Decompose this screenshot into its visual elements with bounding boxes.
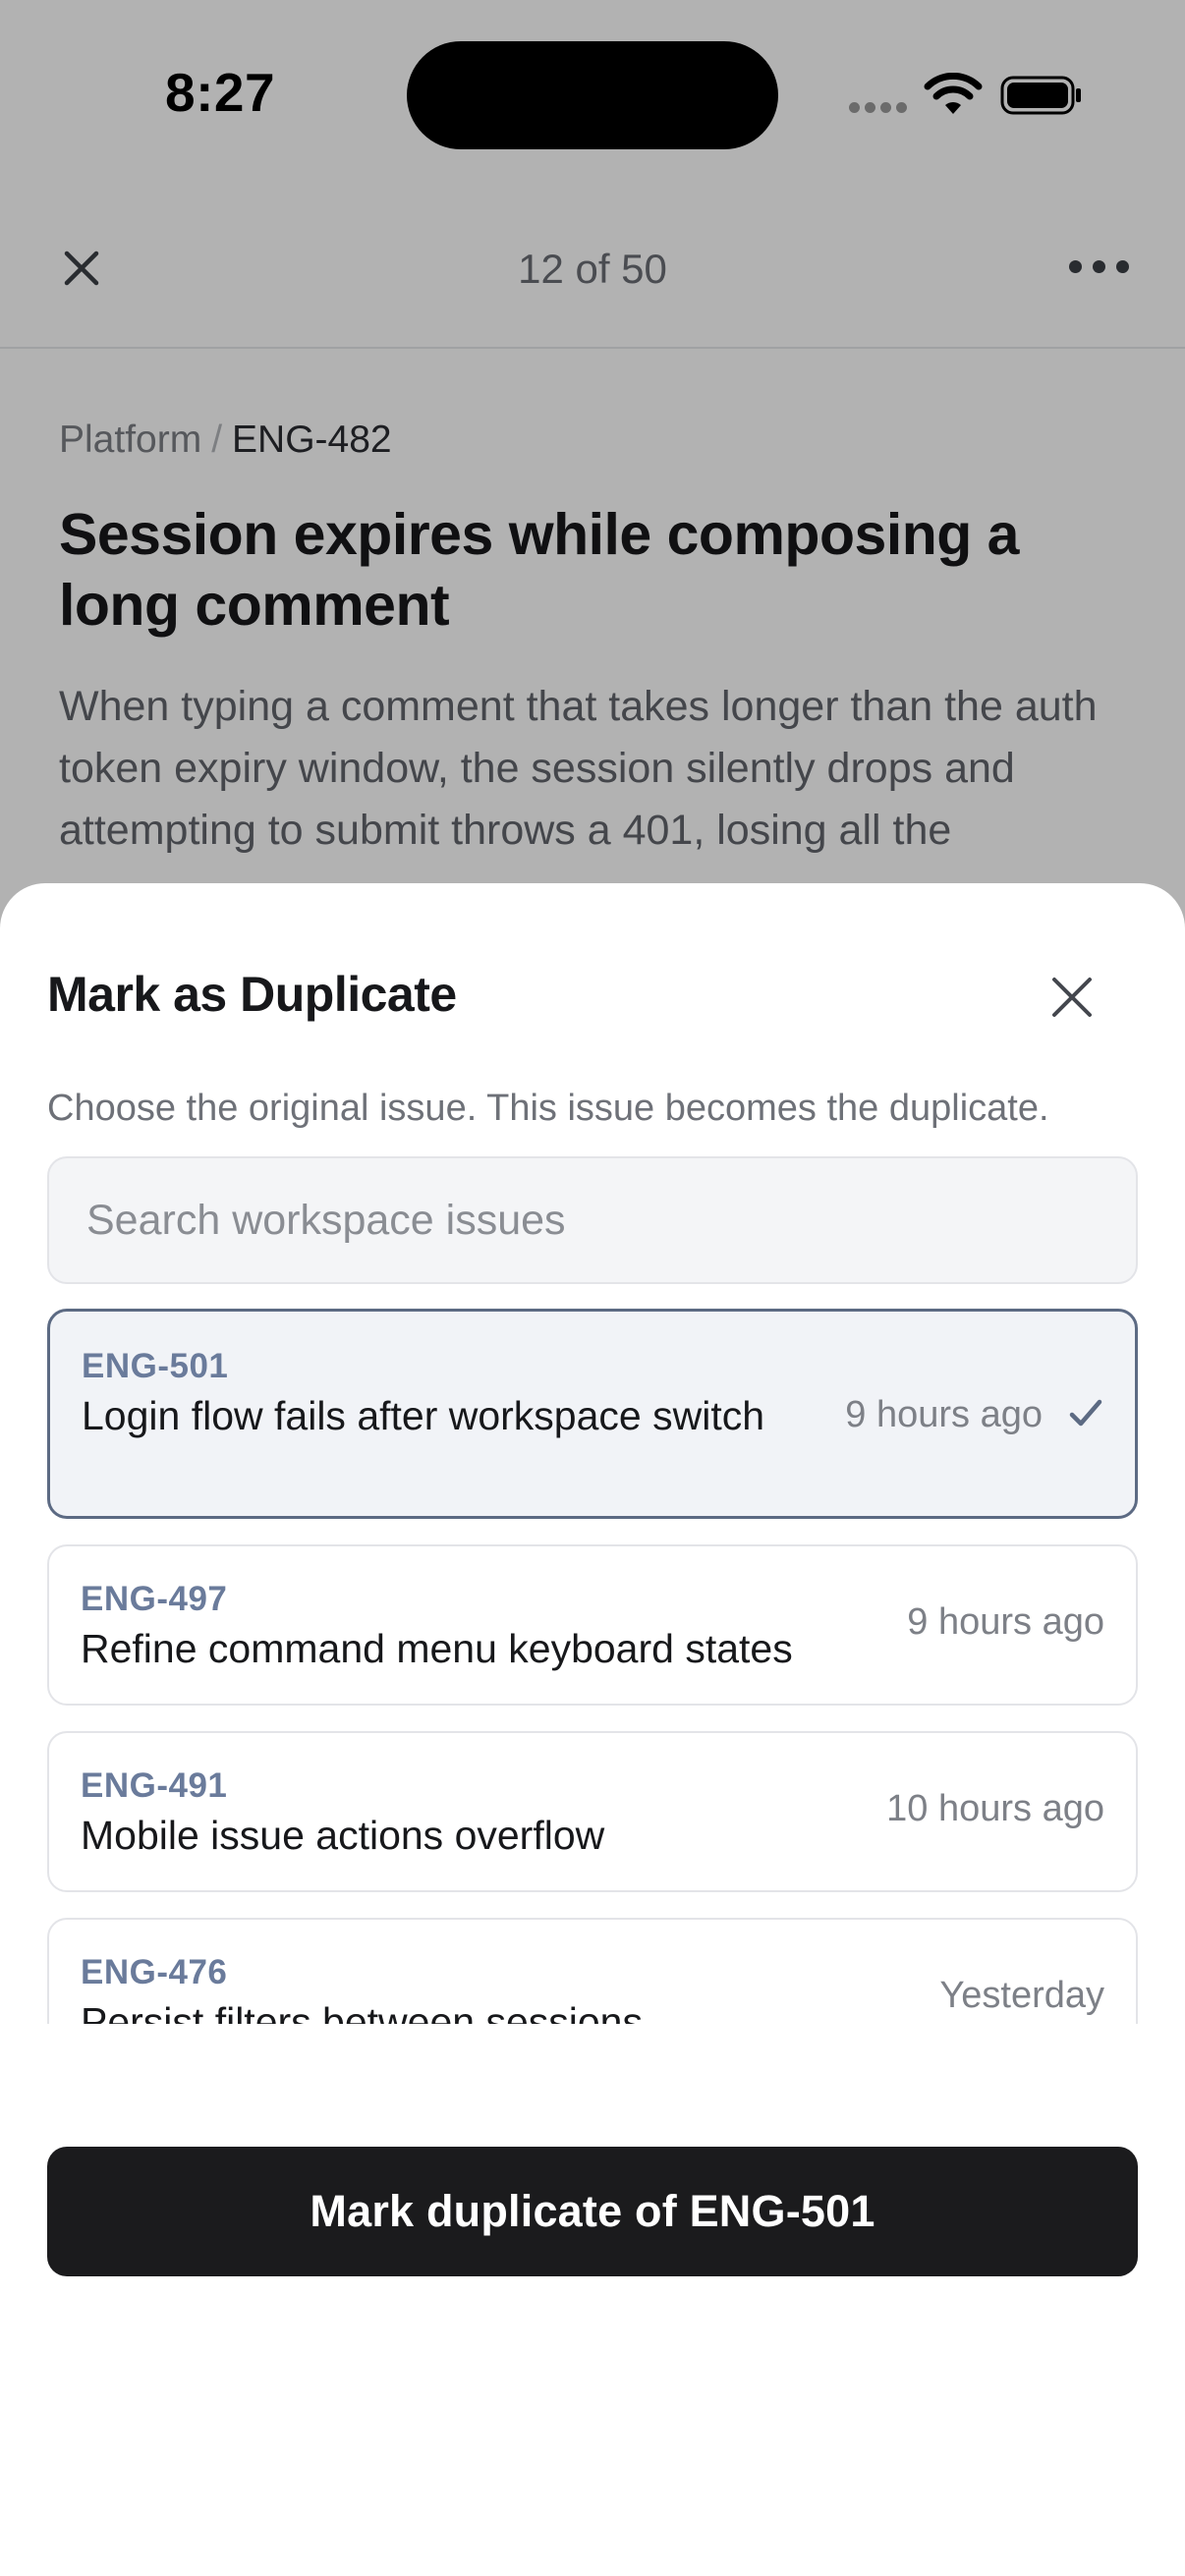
sheet-title: Mark as Duplicate bbox=[47, 967, 457, 1022]
mark-duplicate-button[interactable]: Mark duplicate of ENG-501 bbox=[47, 2147, 1138, 2276]
checkmark-icon bbox=[1069, 1399, 1102, 1427]
mark-duplicate-sheet: Mark as Duplicate Choose the original is… bbox=[0, 883, 1185, 2576]
search-input[interactable] bbox=[47, 1156, 1138, 1284]
sheet-subtitle: Choose the original issue. This issue be… bbox=[47, 1088, 1049, 1129]
issue-row-id: ENG-501 bbox=[82, 1347, 229, 1385]
issue-row[interactable]: ENG-491 Mobile issue actions overflow 10… bbox=[47, 1731, 1138, 1892]
issue-row[interactable]: ENG-497 Refine command menu keyboard sta… bbox=[47, 1544, 1138, 1706]
close-icon[interactable] bbox=[1048, 974, 1096, 1021]
issue-row-id: ENG-491 bbox=[81, 1766, 228, 1805]
issue-row-time: 9 hours ago bbox=[845, 1394, 1043, 1435]
issue-row-title: Refine command menu keyboard states bbox=[81, 1626, 793, 1671]
issue-row-title: Mobile issue actions overflow bbox=[81, 1813, 605, 1858]
issue-list: ENG-501 Login flow fails after workspace… bbox=[47, 1309, 1138, 2024]
issue-row-id: ENG-476 bbox=[81, 1953, 228, 1991]
issue-row-title: Persist filters between sessions bbox=[81, 1999, 643, 2024]
issue-row[interactable]: ENG-476 Persist filters between sessions… bbox=[47, 1918, 1138, 2024]
issue-row-time: 9 hours ago bbox=[907, 1601, 1104, 1643]
issue-row-id: ENG-497 bbox=[81, 1580, 228, 1618]
issue-row-time: Yesterday bbox=[939, 1975, 1104, 2016]
issue-row[interactable]: ENG-501 Login flow fails after workspace… bbox=[47, 1309, 1138, 1519]
issue-row-time: 10 hours ago bbox=[886, 1788, 1104, 1829]
issue-row-title: Login flow fails after workspace switch bbox=[82, 1393, 765, 1438]
